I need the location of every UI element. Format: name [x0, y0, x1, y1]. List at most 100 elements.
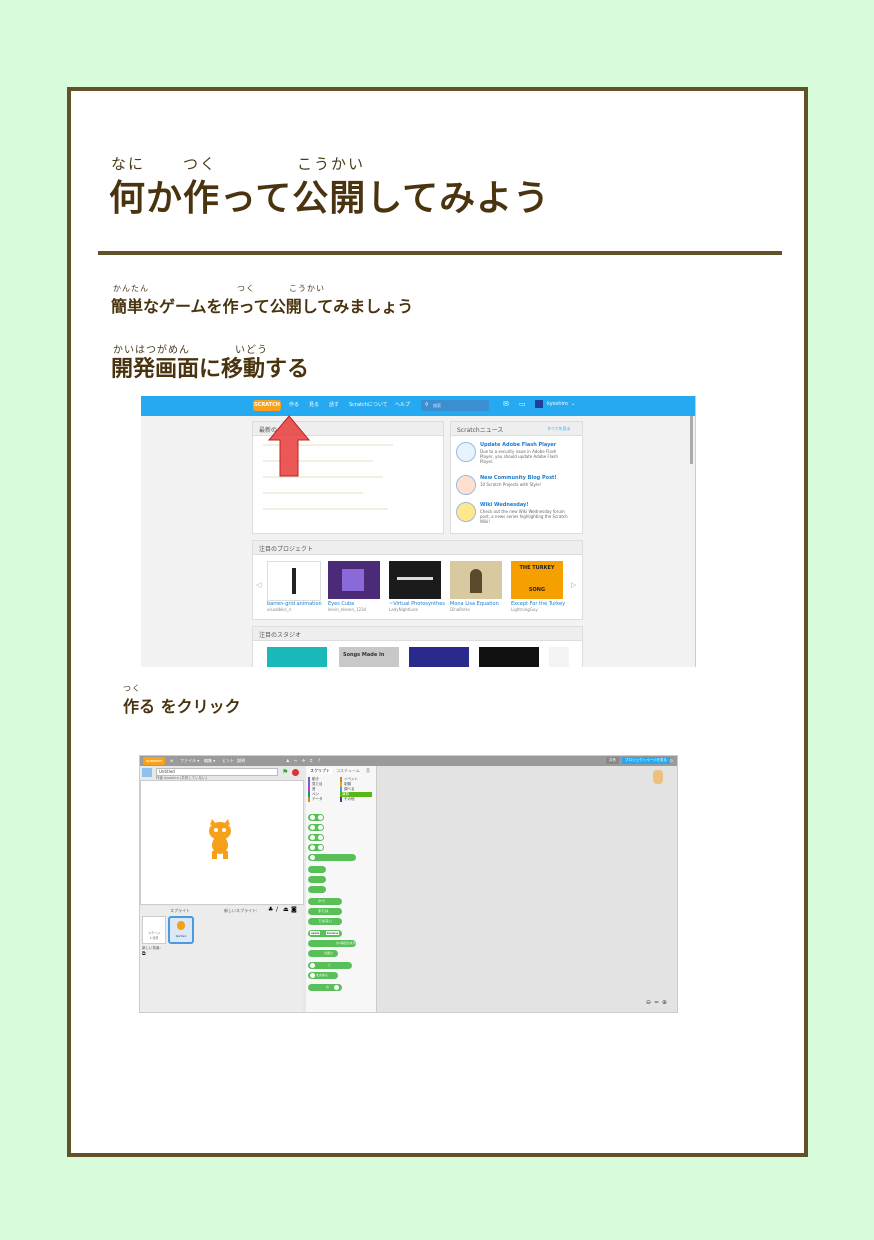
operator-block[interactable]: [308, 834, 324, 841]
letter-of-block[interactable]: の1番目の文字: [308, 940, 356, 947]
operator-block[interactable]: [308, 854, 356, 861]
news-item[interactable]: Update Adobe Flash Player Due to a secur…: [456, 440, 576, 466]
scratch-navbar: SCRATCH 作る 見る 話す Scratchについて ヘルプ ⚲ 検索 ✉ …: [141, 396, 695, 416]
project-title-input[interactable]: Untitled: [156, 768, 278, 776]
step-instruction: 作る をクリック: [123, 697, 241, 716]
tab-scripts[interactable]: スクリプト: [308, 768, 332, 774]
operator-block[interactable]: [308, 876, 326, 883]
shrink-icon[interactable]: ⌗: [310, 758, 312, 763]
stop-icon[interactable]: [292, 769, 299, 776]
blocks-palette: スクリプト コスチューム 音 動き 見た目 音 ペン データ イベント 制御 調…: [306, 766, 377, 1012]
news-desc: Check out the new Wiki Wednesday forum p…: [480, 509, 568, 524]
zoom-out-icon[interactable]: ⊖: [646, 999, 651, 1006]
project-page-button[interactable]: プロジェクトページを見る: [622, 757, 670, 764]
help-icon[interactable]: ?: [318, 758, 320, 763]
operator-block[interactable]: [308, 814, 324, 821]
stage-label: ステージ: [148, 931, 160, 935]
nav-discuss[interactable]: 話す: [329, 401, 339, 408]
project-author[interactable]: LadyNightLore: [389, 607, 418, 612]
arrow-right-icon[interactable]: ▷: [571, 581, 576, 589]
or-block[interactable]: または: [308, 908, 342, 915]
sprite-library-icon[interactable]: ♣: [268, 906, 273, 913]
studio-thumbnail[interactable]: [479, 647, 539, 667]
upload-icon[interactable]: ⏏: [283, 906, 289, 913]
project-thumbnail[interactable]: [328, 561, 380, 599]
round-block[interactable]: を丸める: [308, 972, 338, 979]
operator-block[interactable]: [308, 886, 326, 893]
sprite-thumbnail[interactable]: Sprite1: [168, 916, 194, 944]
stage-thumbnail[interactable]: ステージ 1 背景: [142, 916, 166, 944]
scratch-logo[interactable]: SCRATCH: [253, 400, 281, 411]
join-value[interactable]: apple: [310, 931, 321, 935]
chevron-down-icon[interactable]: ⌄: [571, 401, 575, 407]
studio-label: Songs Made In: [343, 652, 385, 658]
search-input[interactable]: ⚲ 検索: [421, 400, 489, 411]
nav-help[interactable]: ヘルプ: [395, 401, 410, 408]
project-thumbnail[interactable]: [267, 561, 321, 601]
green-flag-icon[interactable]: ⚑: [282, 768, 288, 776]
nav-username[interactable]: kyoshiro: [547, 401, 568, 407]
news-more-link[interactable]: すべてを見る: [547, 426, 570, 432]
operator-block[interactable]: [308, 844, 324, 851]
scratch-logo[interactable]: SCRATCH: [143, 757, 165, 765]
project-author[interactable]: visualbiks_ri: [267, 607, 291, 612]
title-divider: [98, 251, 782, 255]
category-data[interactable]: データ: [308, 797, 323, 802]
paint-brush-icon[interactable]: /: [276, 906, 278, 913]
avatar[interactable]: [535, 400, 543, 408]
page-frame: なに つく こうかい 何か作って公開してみよう かんたん つく こうかい 簡単な…: [67, 87, 808, 1157]
zoom-in-icon[interactable]: ⊕: [662, 999, 667, 1006]
scratch-cat-icon[interactable]: [203, 819, 237, 859]
duplicate-icon[interactable]: ♟: [286, 758, 290, 763]
share-button[interactable]: 共有: [606, 757, 619, 764]
join-value[interactable]: banana: [326, 931, 340, 935]
news-title: New Community Blog Post!: [480, 475, 557, 481]
menu-file[interactable]: ファイル ▾: [180, 758, 199, 764]
globe-icon[interactable]: ⊕: [170, 758, 173, 763]
fullscreen-icon[interactable]: [142, 768, 152, 777]
menu-tips[interactable]: ヒント: [222, 758, 234, 764]
thumbnail-text: THE TURKEY: [519, 565, 555, 571]
news-item[interactable]: New Community Blog Post! 10 Scratch Proj…: [456, 473, 576, 499]
backdrop-tools-icon[interactable]: ⧉: [142, 951, 146, 957]
nav-explore[interactable]: 見る: [309, 401, 319, 408]
menu-edit[interactable]: 編集 ▾: [204, 758, 215, 764]
studio-thumbnail[interactable]: [549, 647, 569, 667]
project-thumbnail[interactable]: [389, 561, 441, 599]
tab-sounds[interactable]: 音: [366, 768, 370, 774]
grow-icon[interactable]: ✣: [302, 758, 305, 763]
scrollbar[interactable]: [690, 416, 693, 464]
mod-block[interactable]: と: [308, 962, 352, 969]
folder-icon[interactable]: ▭: [519, 400, 526, 408]
category-more[interactable]: その他: [340, 797, 355, 802]
camera-icon[interactable]: ◙: [291, 906, 297, 913]
length-block[interactable]: の長さ: [308, 950, 338, 957]
zoom-reset-icon[interactable]: =: [654, 999, 659, 1006]
nav-about[interactable]: Scratchについて: [349, 401, 388, 408]
and-block[interactable]: かつ: [308, 898, 342, 905]
tab-costumes[interactable]: コスチューム: [336, 768, 360, 774]
arrow-left-icon[interactable]: ◁: [256, 581, 261, 589]
studio-thumbnail[interactable]: [409, 647, 469, 667]
cut-icon[interactable]: ✂: [294, 758, 297, 763]
studio-thumbnail[interactable]: Songs Made In: [339, 647, 399, 667]
project-thumbnail[interactable]: THE TURKEY SONG: [511, 561, 563, 599]
math-block[interactable]: の: [308, 984, 342, 991]
project-thumbnail[interactable]: [450, 561, 502, 599]
studio-thumbnail[interactable]: [267, 647, 327, 667]
nav-create[interactable]: 作る: [289, 401, 299, 408]
recent-panel: 最新の: [252, 415, 444, 534]
join-block[interactable]: apple banana: [308, 930, 342, 937]
messages-icon[interactable]: ✉: [503, 400, 509, 408]
news-item[interactable]: Wiki Wednesday! Check out the new Wiki W…: [456, 500, 576, 526]
script-area[interactable]: 共有 プロジェクトページを見る ⊖ = ⊕: [377, 757, 677, 1012]
featured-projects-panel: 注目のプロジェクト ◁ ▷ barren-grid animation visu…: [252, 540, 583, 620]
stage-area[interactable]: [140, 780, 304, 905]
project-author[interactable]: LightningGuy: [511, 607, 538, 612]
not-block[interactable]: ではない: [308, 918, 342, 925]
operator-block[interactable]: [308, 824, 324, 831]
project-author[interactable]: DinaParks: [450, 607, 470, 612]
project-author[interactable]: kevin_eleven_1234: [328, 607, 366, 612]
menu-about[interactable]: 説明: [237, 758, 245, 764]
operator-block[interactable]: [308, 866, 326, 873]
